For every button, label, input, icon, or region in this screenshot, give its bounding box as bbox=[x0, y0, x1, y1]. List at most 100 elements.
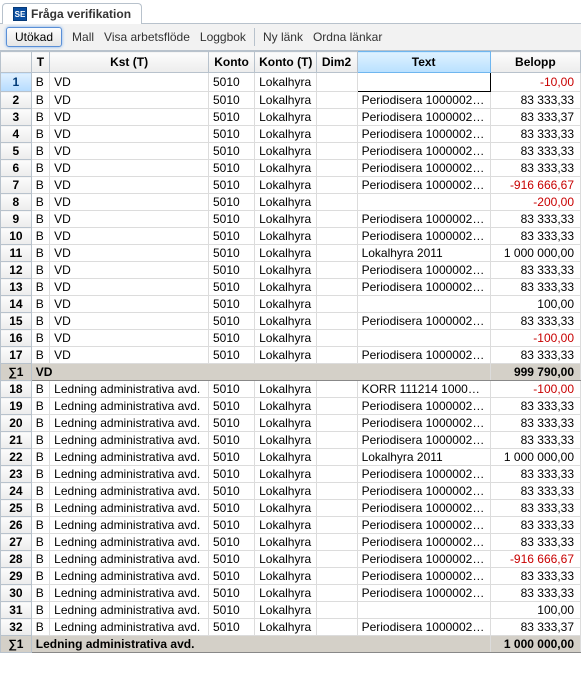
cell-dim2[interactable] bbox=[316, 466, 357, 483]
col-header-konto-t[interactable]: Konto (T) bbox=[255, 52, 316, 73]
cell-dim2[interactable] bbox=[316, 109, 357, 126]
table-row[interactable]: 25BLedning administrativa avd.5010Lokalh… bbox=[1, 500, 581, 517]
cell-belopp[interactable]: 83 333,33 bbox=[490, 500, 580, 517]
cell-text[interactable]: Periodisera 10000027 0 bbox=[357, 347, 490, 364]
table-row[interactable]: 4BVD5010LokalhyraPeriodisera 10000027 08… bbox=[1, 126, 581, 143]
row-index[interactable]: 2 bbox=[1, 92, 32, 109]
cell-dim2[interactable] bbox=[316, 347, 357, 364]
cell-belopp[interactable]: 83 333,33 bbox=[490, 347, 580, 364]
cell-konto-t[interactable]: Lokalhyra bbox=[255, 483, 316, 500]
cell-text[interactable]: Lokalhyra 2011 bbox=[357, 245, 490, 262]
cell-belopp[interactable]: 83 333,33 bbox=[490, 534, 580, 551]
subtotal-row[interactable]: ∑1Ledning administrativa avd.1 000 000,0… bbox=[1, 636, 581, 653]
cell-text[interactable]: Periodisera 10000027 1 bbox=[357, 483, 490, 500]
cell-kst[interactable]: Ledning administrativa avd. bbox=[50, 585, 209, 602]
row-index[interactable]: 15 bbox=[1, 313, 32, 330]
row-index[interactable]: 23 bbox=[1, 466, 32, 483]
table-row[interactable]: 28BLedning administrativa avd.5010Lokalh… bbox=[1, 551, 581, 568]
cell-dim2[interactable] bbox=[316, 432, 357, 449]
cell-konto[interactable]: 5010 bbox=[209, 194, 255, 211]
table-row[interactable]: 7BVD5010LokalhyraPeriodisera 10000027 0-… bbox=[1, 177, 581, 194]
table-row[interactable]: 9BVD5010LokalhyraPeriodisera 10000027 08… bbox=[1, 211, 581, 228]
table-row[interactable]: 12BVD5010LokalhyraPeriodisera 10000027 0… bbox=[1, 262, 581, 279]
cell-kst[interactable]: Ledning administrativa avd. bbox=[50, 415, 209, 432]
cell-kst[interactable]: VD bbox=[50, 330, 209, 347]
cell-konto[interactable]: 5010 bbox=[209, 73, 255, 92]
cell-kst[interactable]: Ledning administrativa avd. bbox=[50, 619, 209, 636]
cell-t[interactable]: B bbox=[31, 228, 49, 245]
cell-konto-t[interactable]: Lokalhyra bbox=[255, 330, 316, 347]
cell-belopp[interactable]: 83 333,33 bbox=[490, 466, 580, 483]
cell-text[interactable] bbox=[357, 296, 490, 313]
cell-belopp[interactable]: 83 333,33 bbox=[490, 398, 580, 415]
cell-kst[interactable]: VD bbox=[50, 211, 209, 228]
cell-konto-t[interactable]: Lokalhyra bbox=[255, 160, 316, 177]
cell-text[interactable]: Periodisera 10000027 1 bbox=[357, 568, 490, 585]
cell-kst[interactable]: Ledning administrativa avd. bbox=[50, 500, 209, 517]
row-index[interactable]: 4 bbox=[1, 126, 32, 143]
cell-dim2[interactable] bbox=[316, 228, 357, 245]
table-row[interactable]: 29BLedning administrativa avd.5010Lokalh… bbox=[1, 568, 581, 585]
cell-kst[interactable]: VD bbox=[50, 143, 209, 160]
cell-t[interactable]: B bbox=[31, 534, 49, 551]
cell-konto[interactable]: 5010 bbox=[209, 381, 255, 398]
cell-belopp[interactable]: -100,00 bbox=[490, 330, 580, 347]
cell-t[interactable]: B bbox=[31, 143, 49, 160]
row-index[interactable]: 7 bbox=[1, 177, 32, 194]
cell-konto-t[interactable]: Lokalhyra bbox=[255, 551, 316, 568]
cell-belopp[interactable]: -10,00 bbox=[490, 73, 580, 92]
cell-kst[interactable]: VD bbox=[50, 109, 209, 126]
cell-dim2[interactable] bbox=[316, 330, 357, 347]
col-header-dim2[interactable]: Dim2 bbox=[316, 52, 357, 73]
cell-belopp[interactable]: 83 333,33 bbox=[490, 313, 580, 330]
row-index[interactable]: 25 bbox=[1, 500, 32, 517]
cell-dim2[interactable] bbox=[316, 517, 357, 534]
cell-konto-t[interactable]: Lokalhyra bbox=[255, 568, 316, 585]
cell-dim2[interactable] bbox=[316, 296, 357, 313]
table-row[interactable]: 10BVD5010LokalhyraPeriodisera 10000027 0… bbox=[1, 228, 581, 245]
cell-t[interactable]: B bbox=[31, 398, 49, 415]
cell-t[interactable]: B bbox=[31, 517, 49, 534]
tab-fraga-verifikation[interactable]: SE Fråga verifikation bbox=[2, 3, 142, 24]
cell-dim2[interactable] bbox=[316, 126, 357, 143]
cell-text[interactable] bbox=[357, 602, 490, 619]
cell-kst[interactable]: Ledning administrativa avd. bbox=[50, 517, 209, 534]
table-row[interactable]: 13BVD5010LokalhyraPeriodisera 10000027 0… bbox=[1, 279, 581, 296]
cell-t[interactable]: B bbox=[31, 483, 49, 500]
cell-kst[interactable]: Ledning administrativa avd. bbox=[50, 602, 209, 619]
cell-dim2[interactable] bbox=[316, 313, 357, 330]
cell-konto[interactable]: 5010 bbox=[209, 126, 255, 143]
cell-dim2[interactable] bbox=[316, 449, 357, 466]
cell-t[interactable]: B bbox=[31, 551, 49, 568]
cell-kst[interactable]: VD bbox=[50, 296, 209, 313]
cell-belopp[interactable]: 83 333,33 bbox=[490, 211, 580, 228]
table-row[interactable]: 11BVD5010LokalhyraLokalhyra 20111 000 00… bbox=[1, 245, 581, 262]
cell-konto[interactable]: 5010 bbox=[209, 551, 255, 568]
cell-konto[interactable]: 5010 bbox=[209, 313, 255, 330]
cell-dim2[interactable] bbox=[316, 619, 357, 636]
cell-kst[interactable]: Ledning administrativa avd. bbox=[50, 398, 209, 415]
cell-t[interactable]: B bbox=[31, 619, 49, 636]
cell-text[interactable]: KORR 111214 10000003 bbox=[357, 381, 490, 398]
cell-dim2[interactable] bbox=[316, 177, 357, 194]
table-row[interactable]: 1BVD5010Lokalhyra-10,00 bbox=[1, 73, 581, 92]
cell-konto-t[interactable]: Lokalhyra bbox=[255, 73, 316, 92]
cell-dim2[interactable] bbox=[316, 381, 357, 398]
table-row[interactable]: 23BLedning administrativa avd.5010Lokalh… bbox=[1, 466, 581, 483]
row-index[interactable]: 6 bbox=[1, 160, 32, 177]
cell-konto-t[interactable]: Lokalhyra bbox=[255, 109, 316, 126]
cell-t[interactable]: B bbox=[31, 92, 49, 109]
row-index[interactable]: 31 bbox=[1, 602, 32, 619]
table-row[interactable]: 24BLedning administrativa avd.5010Lokalh… bbox=[1, 483, 581, 500]
cell-t[interactable]: B bbox=[31, 177, 49, 194]
cell-konto-t[interactable]: Lokalhyra bbox=[255, 585, 316, 602]
cell-konto-t[interactable]: Lokalhyra bbox=[255, 245, 316, 262]
col-header-konto[interactable]: Konto bbox=[209, 52, 255, 73]
row-index[interactable]: 32 bbox=[1, 619, 32, 636]
cell-konto[interactable]: 5010 bbox=[209, 602, 255, 619]
cell-text[interactable]: Periodisera 10000027 0 bbox=[357, 126, 490, 143]
cell-konto[interactable]: 5010 bbox=[209, 245, 255, 262]
cell-kst[interactable]: VD bbox=[50, 245, 209, 262]
cell-konto-t[interactable]: Lokalhyra bbox=[255, 228, 316, 245]
cell-dim2[interactable] bbox=[316, 73, 357, 92]
